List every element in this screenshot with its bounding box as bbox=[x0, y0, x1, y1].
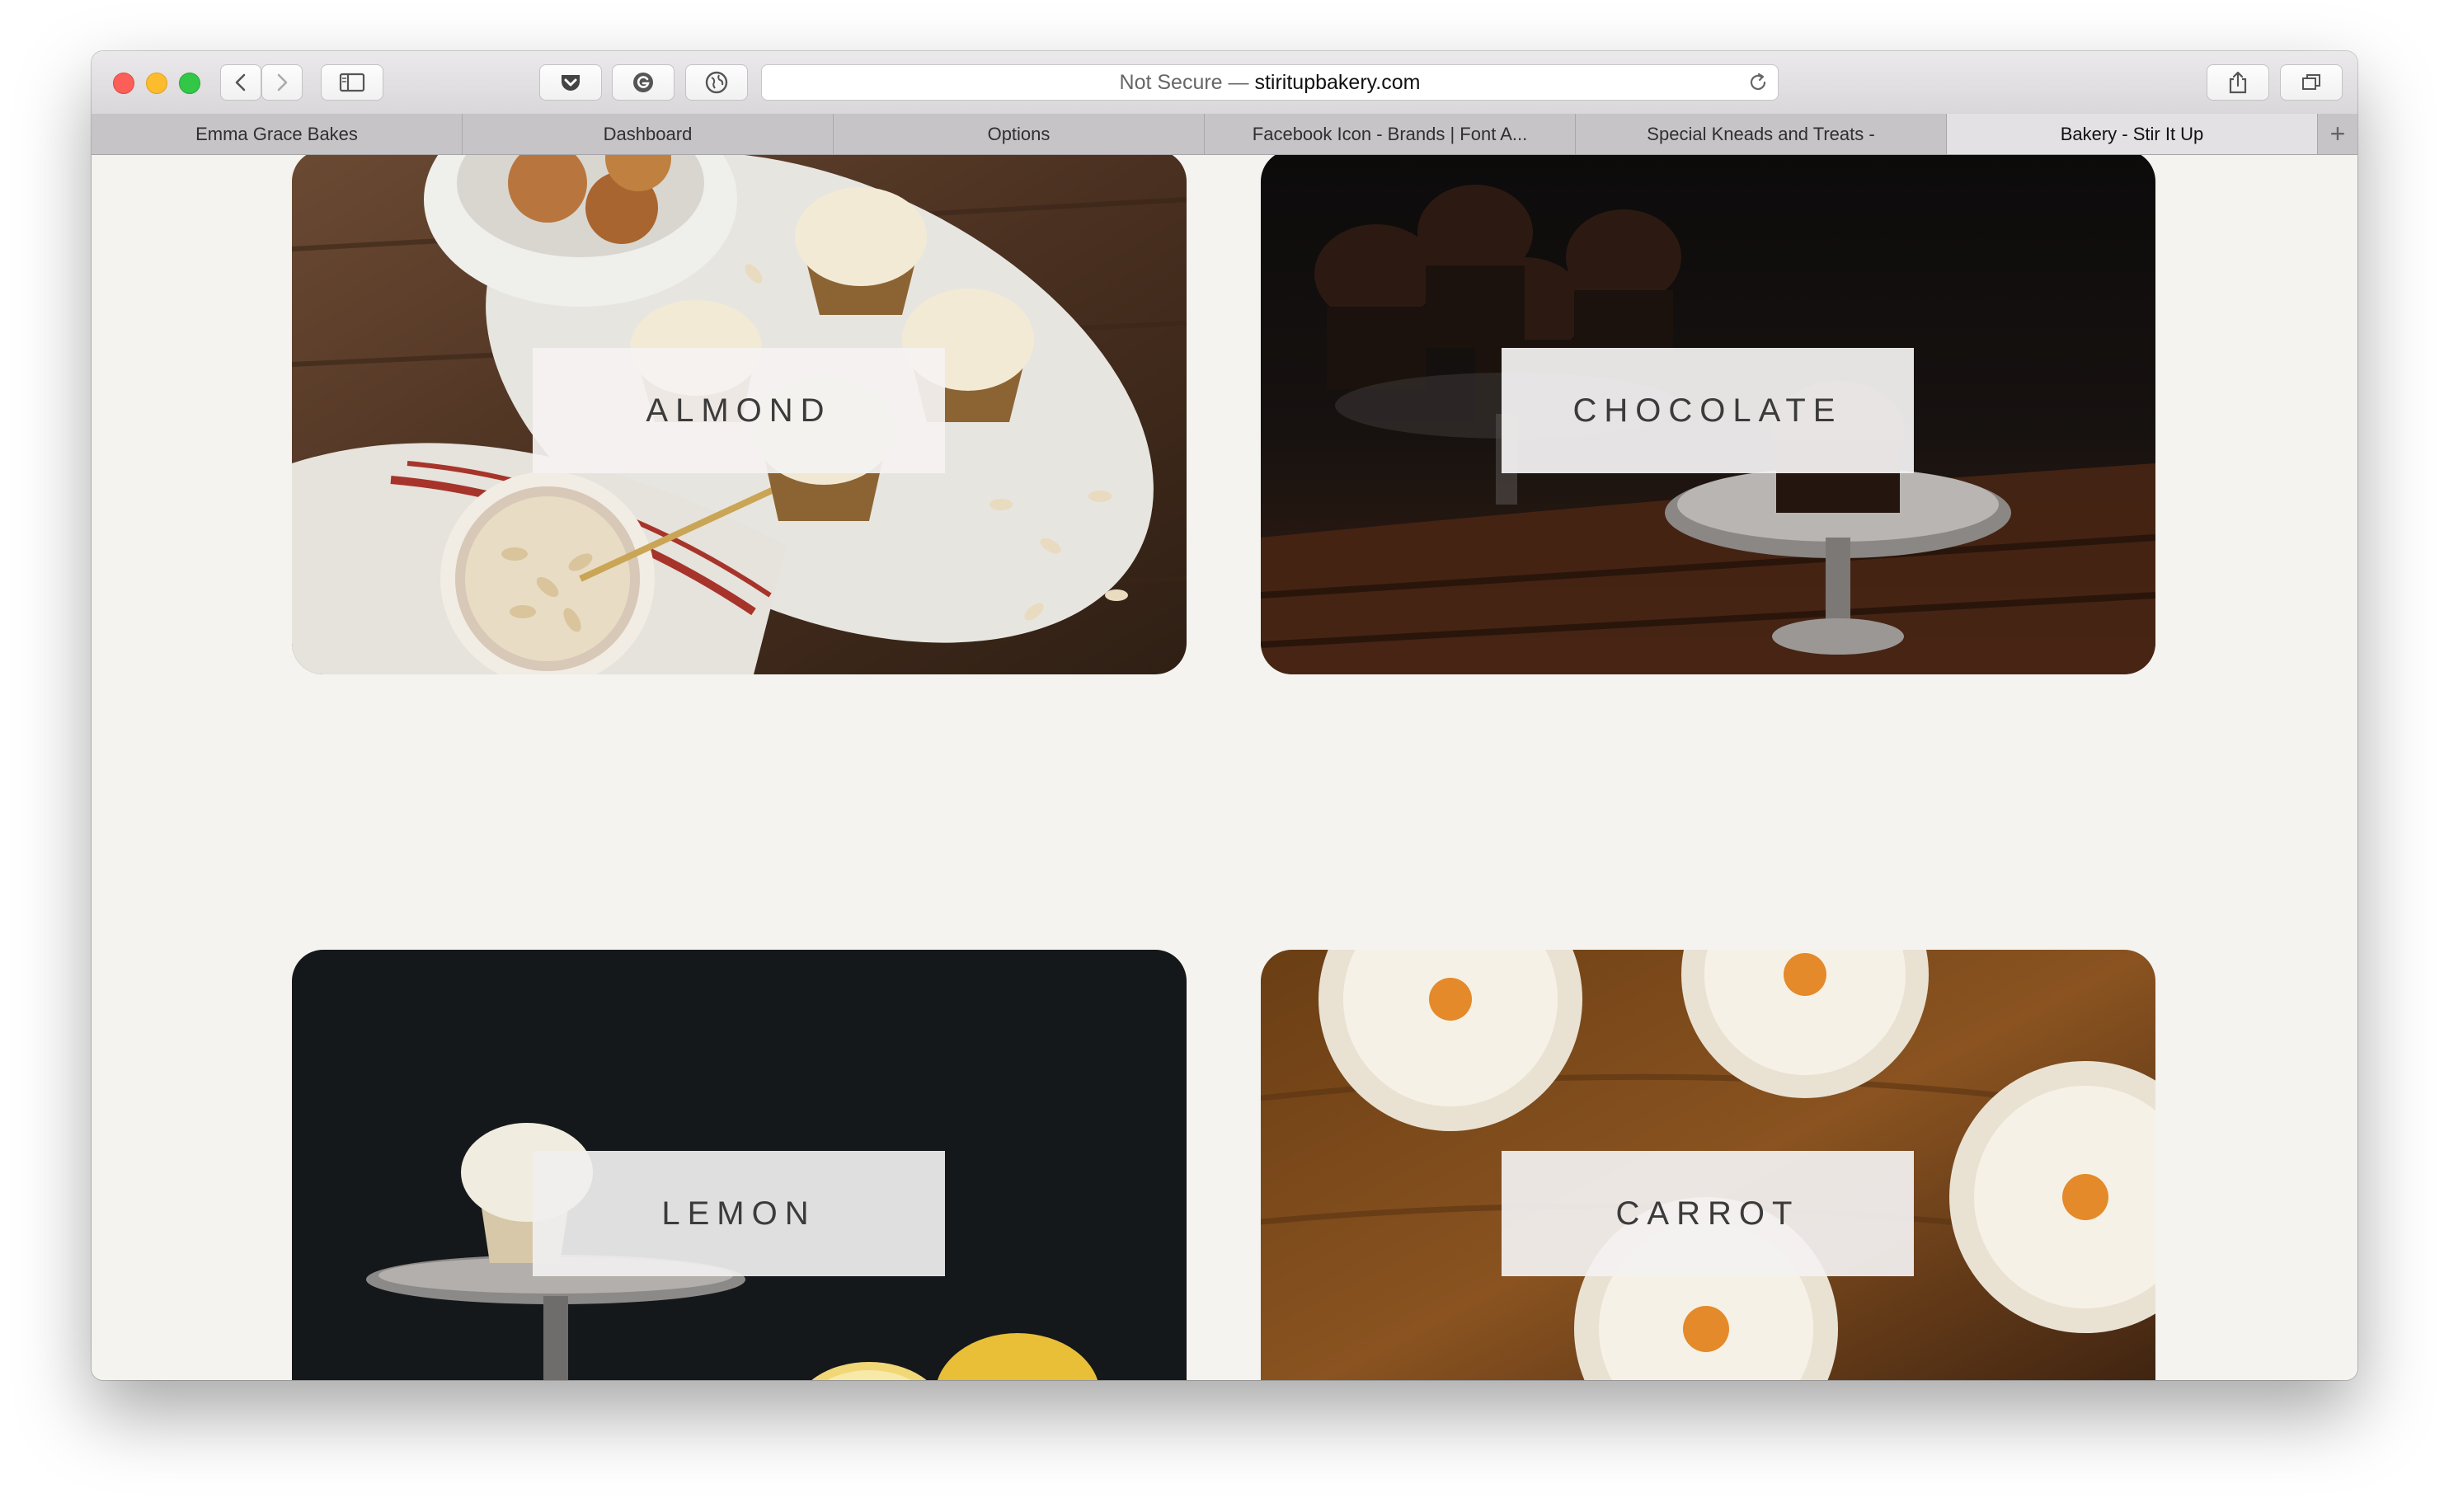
browser-toolbar: Not Secure — stiritupbakery.com bbox=[92, 51, 2357, 115]
tab-options[interactable]: Options bbox=[834, 114, 1205, 154]
reload-button[interactable] bbox=[1746, 71, 1770, 94]
address-separator: — bbox=[1222, 70, 1255, 94]
chevron-left-icon bbox=[235, 73, 246, 92]
flavor-card-chocolate[interactable]: CHOCOLATE bbox=[1261, 155, 2155, 674]
flavor-card-almond[interactable]: ALMOND bbox=[292, 155, 1187, 674]
tabs-overview-icon bbox=[2302, 74, 2320, 90]
flavor-label-almond: ALMOND bbox=[533, 348, 945, 473]
pocket-extension-button[interactable] bbox=[539, 64, 602, 101]
globe-extension-button[interactable] bbox=[685, 64, 748, 101]
tab-dashboard[interactable]: Dashboard bbox=[463, 114, 834, 154]
tab-facebook-icon[interactable]: Facebook Icon - Brands | Font A... bbox=[1205, 114, 1576, 154]
minimize-window-button[interactable] bbox=[146, 73, 167, 94]
chevron-right-icon bbox=[277, 73, 288, 92]
flavor-card-carrot[interactable]: CARROT bbox=[1261, 950, 2155, 1380]
grammarly-extension-button[interactable] bbox=[612, 64, 675, 101]
page-content: ALMOND CHOCOLATE LEMON CARROT bbox=[92, 155, 2357, 1380]
tab-special-kneads[interactable]: Special Kneads and Treats - bbox=[1576, 114, 1947, 154]
tab-emma-grace-bakes[interactable]: Emma Grace Bakes bbox=[92, 114, 463, 154]
sidebar-icon bbox=[339, 73, 365, 92]
security-status: Not Secure bbox=[1119, 70, 1223, 94]
address-domain: stiritupbakery.com bbox=[1254, 70, 1421, 94]
forward-button[interactable] bbox=[261, 64, 303, 101]
show-all-tabs-button[interactable] bbox=[2280, 64, 2343, 101]
browser-window: Not Secure — stiritupbakery.com Emma Gra… bbox=[92, 51, 2357, 1380]
sidebar-button[interactable] bbox=[321, 64, 383, 101]
tab-bar: Emma Grace Bakes Dashboard Options Faceb… bbox=[92, 114, 2357, 155]
close-window-button[interactable] bbox=[113, 73, 134, 94]
zoom-window-button[interactable] bbox=[179, 73, 200, 94]
flavor-label-chocolate: CHOCOLATE bbox=[1502, 348, 1914, 473]
grammarly-icon bbox=[633, 73, 653, 92]
reload-icon bbox=[1750, 73, 1766, 90]
flavor-card-lemon[interactable]: LEMON bbox=[292, 950, 1187, 1380]
new-tab-button[interactable]: + bbox=[2318, 114, 2357, 154]
tab-bakery-stir-it-up[interactable]: Bakery - Stir It Up bbox=[1947, 114, 2318, 154]
share-button[interactable] bbox=[2207, 64, 2269, 101]
globe-icon bbox=[705, 71, 728, 94]
address-bar[interactable]: Not Secure — stiritupbakery.com bbox=[761, 64, 1779, 101]
back-button[interactable] bbox=[220, 64, 261, 101]
pocket-icon bbox=[562, 75, 580, 91]
flavor-label-lemon: LEMON bbox=[533, 1151, 945, 1276]
share-icon bbox=[2229, 71, 2247, 94]
flavor-label-carrot: CARROT bbox=[1502, 1151, 1914, 1276]
